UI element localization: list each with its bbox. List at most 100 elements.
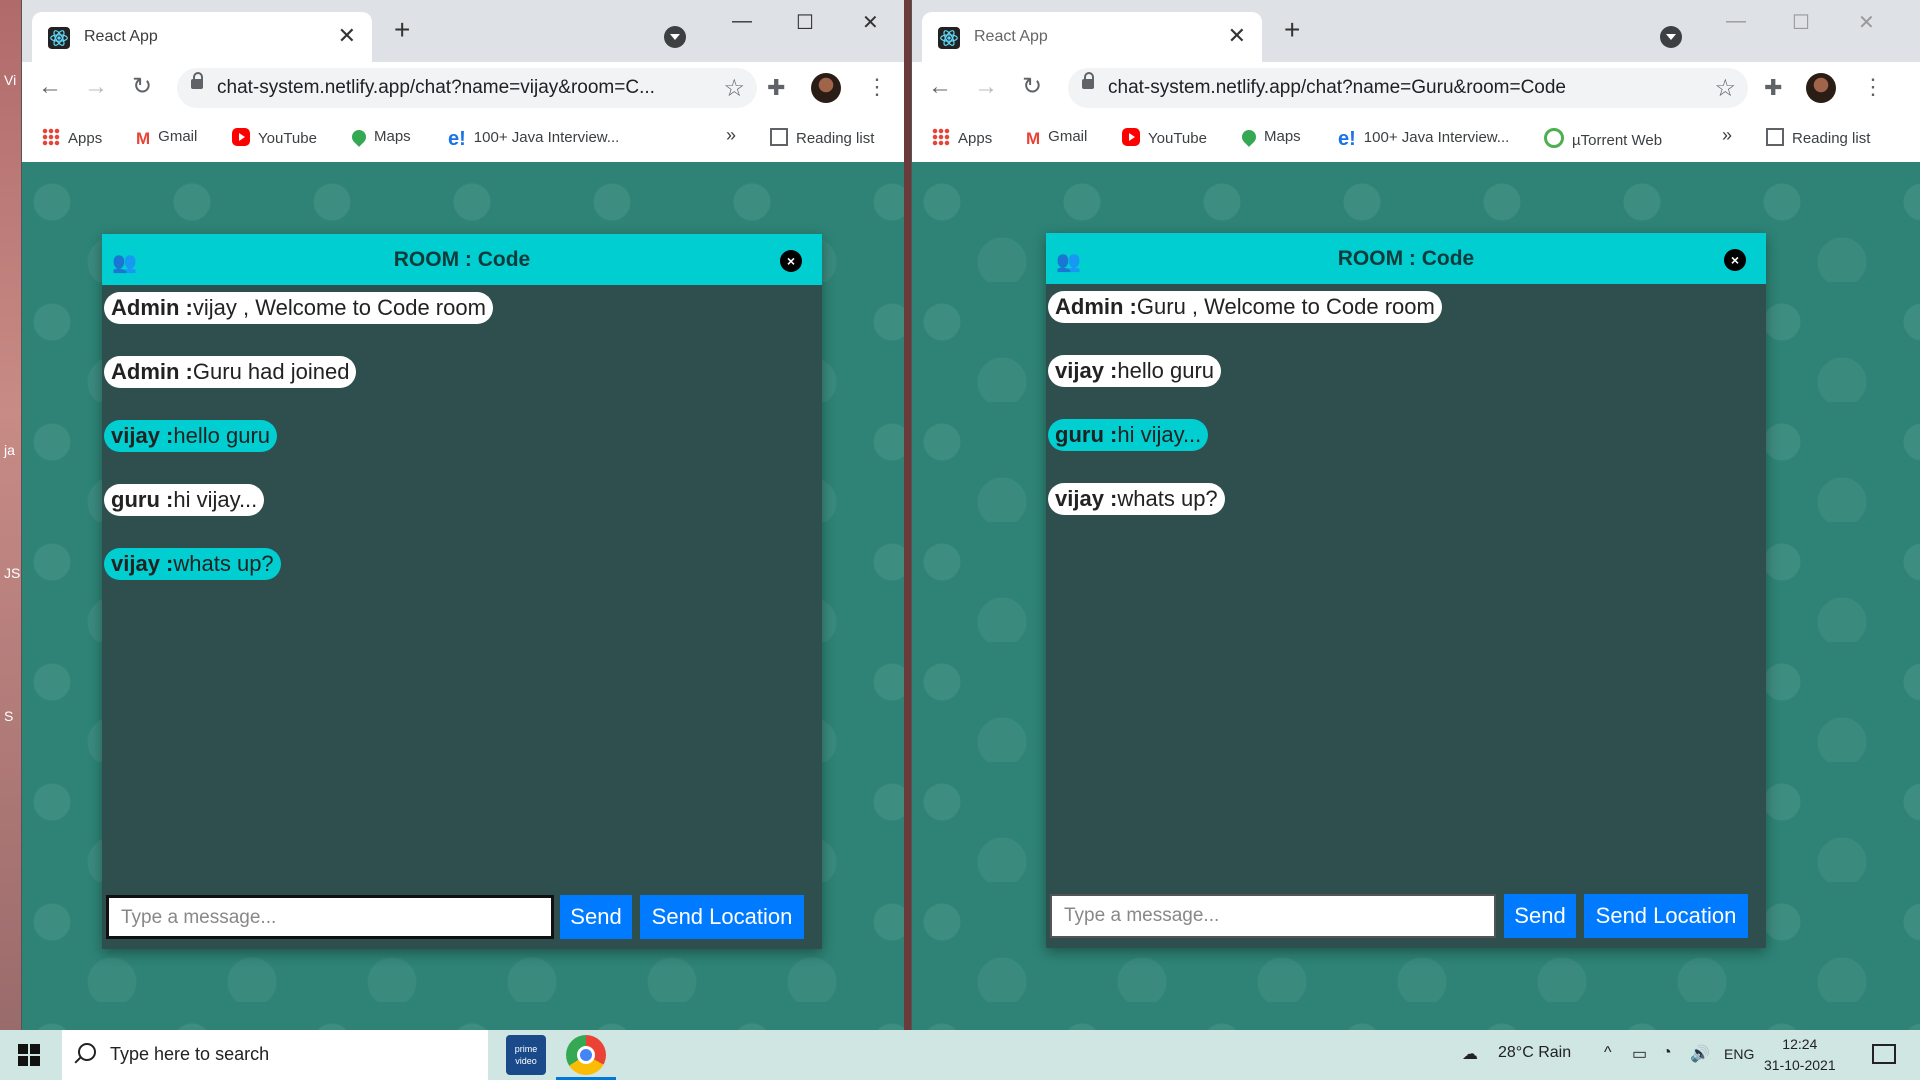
weather-icon[interactable]: ☁ <box>1462 1044 1478 1064</box>
message-bubble: Admin :Guru , Welcome to Code room <box>1048 291 1442 323</box>
bookmark-youtube[interactable]: YouTube <box>1122 128 1207 147</box>
reading-list[interactable]: Reading list <box>770 128 874 147</box>
bookmark-gmail[interactable]: M Gmail <box>136 128 197 148</box>
bookmarks-overflow-icon[interactable]: » <box>1722 125 1732 146</box>
bookmark-youtube[interactable]: YouTube <box>232 128 317 147</box>
bookmark-apps[interactable]: Apps <box>932 128 992 147</box>
gmail-icon: M <box>1026 129 1041 148</box>
more-menu-icon[interactable]: ⋮ <box>866 74 888 100</box>
tab-close-icon[interactable]: ✕ <box>338 23 356 49</box>
message-bubble-own: guru :hi vijay... <box>1048 419 1209 451</box>
weather-text[interactable]: 28°C Rain <box>1498 1044 1571 1062</box>
address-bar[interactable]: chat-system.netlify.app/chat?name=Guru&r… <box>1068 68 1748 108</box>
close-chat-icon[interactable]: × <box>780 250 802 272</box>
tab-close-icon[interactable]: ✕ <box>1228 23 1246 49</box>
browser-toolbar: ← → ↻ chat-system.netlify.app/chat?name=… <box>22 62 904 114</box>
send-location-button[interactable]: Send Location <box>1584 894 1748 938</box>
battery-icon[interactable]: ▭ <box>1632 1044 1647 1064</box>
chat-panel: 👥 ROOM : Code × Admin :Guru , Welcome to… <box>1046 233 1766 948</box>
volume-icon[interactable]: 🔊 <box>1690 1044 1710 1064</box>
chat-header: 👥 ROOM : Code × <box>1046 233 1766 284</box>
taskbar-search-box[interactable]: Type here to search <box>62 1030 488 1080</box>
bookmark-apps[interactable]: Apps <box>42 128 102 147</box>
new-tab-icon[interactable]: + <box>1284 16 1300 44</box>
maximize-icon[interactable]: ☐ <box>796 10 814 35</box>
lock-icon <box>191 72 203 89</box>
message-bubble-own: vijay :whats up? <box>104 548 281 580</box>
message-input[interactable]: Type a message... <box>106 895 554 939</box>
forward-icon[interactable]: → <box>974 74 998 100</box>
bookmark-utorrent[interactable]: µTorrent Web <box>1544 128 1662 149</box>
bookmarks-overflow-icon[interactable]: » <box>726 125 736 146</box>
send-button[interactable]: Send <box>1504 894 1576 938</box>
profile-avatar[interactable] <box>811 73 841 103</box>
windows-start-icon[interactable] <box>18 1044 40 1066</box>
reading-list-icon <box>1766 128 1784 146</box>
forward-icon[interactable]: → <box>84 74 108 100</box>
gmail-icon: M <box>136 129 151 148</box>
bookmark-java-interview[interactable]: e! 100+ Java Interview... <box>448 128 619 150</box>
bookmark-gmail[interactable]: M Gmail <box>1026 128 1087 148</box>
close-chat-icon[interactable]: × <box>1724 249 1746 271</box>
react-icon <box>48 27 70 49</box>
tab-react-app[interactable]: React App ✕ <box>922 12 1262 62</box>
back-icon[interactable]: ← <box>38 74 62 100</box>
bookmark-maps[interactable]: Maps <box>349 127 411 147</box>
tab-search-icon[interactable] <box>664 26 686 48</box>
bookmark-java-interview[interactable]: e! 100+ Java Interview... <box>1338 128 1509 150</box>
url-text: chat-system.netlify.app/chat?name=Guru&r… <box>1108 77 1566 98</box>
tab-strip: React App ✕ + — ☐ ✕ <box>912 0 1920 62</box>
desktop-icon-label: JS <box>4 565 21 581</box>
new-tab-icon[interactable]: + <box>394 16 410 44</box>
reading-list-icon <box>770 128 788 146</box>
reading-list[interactable]: Reading list <box>1766 128 1870 147</box>
language-indicator[interactable]: ENG <box>1724 1046 1754 1062</box>
message-composer: Type a message... Send Send Location <box>102 889 822 949</box>
bookmark-star-icon[interactable]: ☆ <box>723 74 745 103</box>
send-button[interactable]: Send <box>560 895 632 939</box>
maps-pin-icon <box>349 127 369 147</box>
window-close-icon[interactable]: ✕ <box>862 10 879 35</box>
minimize-icon[interactable]: — <box>732 10 752 33</box>
browser-window-vijay: React App ✕ + — ☐ ✕ ← → ↻ chat-system.ne… <box>22 0 904 1030</box>
clock[interactable]: 12:24 31-10-2021 <box>1764 1034 1836 1076</box>
react-icon <box>938 27 960 49</box>
maximize-icon[interactable]: ☐ <box>1792 10 1810 35</box>
apps-grid-icon <box>932 128 950 146</box>
edureka-icon: e! <box>448 128 466 150</box>
wifi-icon[interactable]: ◔ <box>1662 1044 1672 1062</box>
minimize-icon[interactable]: — <box>1726 10 1746 33</box>
extensions-icon[interactable]: ✚ <box>767 75 785 101</box>
more-menu-icon[interactable]: ⋮ <box>1862 74 1884 100</box>
message-bubble: guru :hi vijay... <box>104 484 265 516</box>
browser-window-guru: React App ✕ + — ☐ ✕ ← → ↻ chat-system.ne… <box>912 0 1920 1030</box>
message-bubble-own: vijay :hello guru <box>104 420 278 452</box>
reload-icon[interactable]: ↻ <box>132 74 152 100</box>
tab-search-icon[interactable] <box>1660 26 1682 48</box>
message-bubble: Admin :vijay , Welcome to Code room <box>104 292 493 324</box>
page-content: 👥 ROOM : Code × Admin :Guru , Welcome to… <box>912 162 1920 1030</box>
bookmark-maps[interactable]: Maps <box>1239 127 1301 147</box>
prime-video-icon[interactable]: prime video <box>506 1035 546 1075</box>
tray-chevron-icon[interactable]: ^ <box>1604 1044 1612 1062</box>
page-content: 👥 ROOM : Code × Admin :vijay , Welcome t… <box>22 162 904 1030</box>
back-icon[interactable]: ← <box>928 74 952 100</box>
desktop-icon-label: S <box>4 708 14 724</box>
bookmark-star-icon[interactable]: ☆ <box>1714 74 1736 103</box>
extensions-icon[interactable]: ✚ <box>1764 75 1782 101</box>
chrome-icon[interactable] <box>566 1035 606 1075</box>
url-text: chat-system.netlify.app/chat?name=vijay&… <box>217 77 655 98</box>
window-close-icon[interactable]: ✕ <box>1858 10 1875 35</box>
message-bubble: vijay :hello guru <box>1048 355 1222 387</box>
tab-react-app[interactable]: React App ✕ <box>32 12 372 62</box>
address-bar[interactable]: chat-system.netlify.app/chat?name=vijay&… <box>177 68 757 108</box>
youtube-icon <box>232 128 250 146</box>
clock-time: 12:24 <box>1782 1036 1818 1052</box>
reload-icon[interactable]: ↻ <box>1022 74 1042 100</box>
send-location-button[interactable]: Send Location <box>640 895 804 939</box>
message-composer: Type a message... Send Send Location <box>1046 888 1766 948</box>
notifications-icon[interactable] <box>1872 1044 1896 1064</box>
room-title: ROOM : Code <box>393 248 531 271</box>
message-input[interactable]: Type a message... <box>1050 894 1496 938</box>
profile-avatar[interactable] <box>1806 73 1836 103</box>
